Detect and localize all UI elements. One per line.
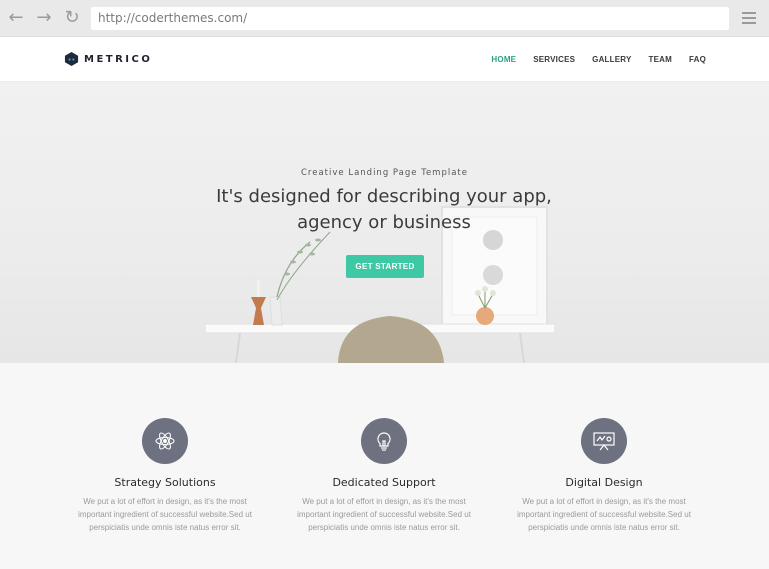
hero-title: It's designed for describing your app, a… [216, 186, 552, 233]
features-section: Strategy Solutions We put a lot of effor… [0, 363, 769, 569]
back-arrow-icon[interactable]: ← [6, 8, 26, 28]
hero-section: Creative Landing Page Template It's desi… [0, 82, 769, 363]
nav-services[interactable]: SERVICES [533, 55, 575, 64]
hamburger-menu-icon[interactable] [742, 12, 756, 24]
logo[interactable]: METRICO [64, 51, 152, 67]
reload-icon[interactable]: ↻ [62, 8, 82, 28]
feature-text: We put a lot of effort in design, as it'… [517, 497, 691, 532]
atom-icon [142, 418, 188, 464]
presentation-board-icon [581, 418, 627, 464]
forward-arrow-icon[interactable]: → [34, 8, 54, 28]
feature-card: Dedicated Support We put a lot of effort… [289, 418, 479, 534]
nav-home[interactable]: HOME [491, 55, 516, 64]
main-nav: HOME SERVICES GALLERY TEAM FAQ [491, 55, 706, 64]
feature-title: Dedicated Support [332, 476, 436, 489]
feature-title: Strategy Solutions [114, 476, 216, 489]
nav-team[interactable]: TEAM [648, 55, 671, 64]
site-header: METRICO HOME SERVICES GALLERY TEAM FAQ [0, 37, 769, 82]
nav-faq[interactable]: FAQ [689, 55, 706, 64]
feature-title: Digital Design [565, 476, 643, 489]
feature-text: We put a lot of effort in design, as it'… [78, 497, 252, 532]
feature-text: We put a lot of effort in design, as it'… [297, 497, 471, 532]
nav-gallery[interactable]: GALLERY [592, 55, 631, 64]
logo-text: METRICO [84, 53, 153, 65]
address-bar[interactable]: http://coderthemes.com/ [91, 7, 729, 30]
hexagon-logo-icon [64, 51, 79, 67]
get-started-button[interactable]: GET STARTED [346, 255, 424, 278]
feature-card: Strategy Solutions We put a lot of effor… [70, 418, 260, 534]
hero-subtitle: Creative Landing Page Template [301, 168, 468, 178]
browser-toolbar: ← → ↻ http://coderthemes.com/ [0, 0, 769, 37]
lightbulb-icon [361, 418, 407, 464]
feature-card: Digital Design We put a lot of effort in… [509, 418, 699, 534]
